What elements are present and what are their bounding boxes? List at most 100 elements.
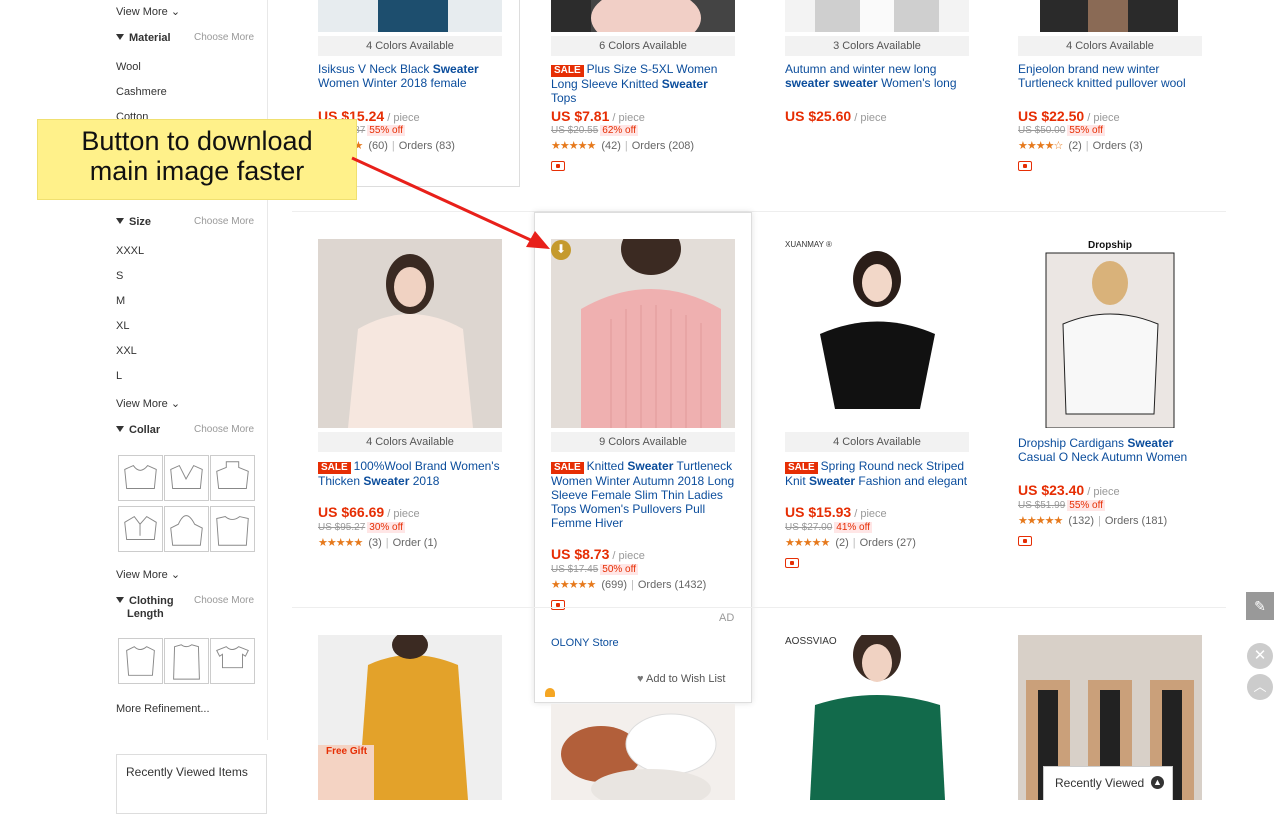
collar-choose-more[interactable]: Choose More [194,424,254,435]
collar-swatch-polo[interactable] [118,506,163,552]
filter-option-s[interactable]: S [116,270,123,282]
product-title[interactable]: Dropship Cardigans Sweater Casual O Neck… [1018,436,1202,464]
size-view-more-link[interactable]: View More ⌄ [116,397,180,410]
filter-option-m[interactable]: M [116,295,125,307]
free-gift-label: Free Gift [326,746,368,757]
product-image[interactable] [785,635,969,800]
collar-swatch-turtleneck[interactable] [210,455,255,501]
product-image[interactable] [1018,239,1202,428]
product-image[interactable] [551,704,735,800]
sale-badge: SALE [551,65,584,77]
close-icon: ✕ [1253,647,1267,664]
clothing-length-choose-more[interactable]: Choose More [194,595,254,606]
product-image[interactable] [785,239,969,428]
rating-orders: ★★★★★ (699) | Orders (1432) [551,579,707,591]
product-title[interactable]: Isiksus V Neck Black Sweater Women Winte… [318,62,502,90]
product-card[interactable]: XUANMAY ® 4 Colors Available SALE Spring … [785,239,969,568]
colors-available: 4 Colors Available [785,432,969,452]
gift-icon [1018,161,1032,171]
size-choose-more[interactable]: Choose More [194,216,254,227]
product-price: US $7.81 / piece [551,108,645,124]
colors-available: 4 Colors Available [318,432,502,452]
product-card[interactable]: Free Gift [318,635,502,800]
collar-view-more-link[interactable]: View More ⌄ [116,568,180,581]
product-title[interactable]: SALE Plus Size S-5XL Women Long Sleeve Kn… [551,62,735,105]
rating-orders: ★★★★★ (2) | Orders (27) [785,537,916,549]
size-heading[interactable]: Size [116,216,151,228]
length-swatch-regular[interactable] [118,638,163,684]
collar-swatch-hooded[interactable] [164,506,209,552]
product-title[interactable]: Autumn and winter new long sweater sweat… [785,62,969,90]
original-price: US $20.55 62% off [551,125,638,136]
product-image[interactable] [318,635,502,800]
callout-line-1: Button to download [81,126,313,156]
view-more-link[interactable]: View More ⌄ [116,5,180,18]
collar-swatch-v-neck[interactable] [164,455,209,501]
material-choose-more[interactable]: Choose More [194,32,254,43]
rating-orders: ★★★★★ (3) | Order (1) [318,537,438,549]
recently-viewed-bar[interactable]: Recently Viewed ▲ [1043,766,1173,800]
filter-option-xxl[interactable]: XXL [116,345,137,357]
original-price: US $17.45 50% off [551,564,638,575]
gift-icon [551,600,565,610]
heart-icon: ♥ [637,673,644,685]
product-image[interactable] [318,239,502,428]
store-badge-icon [545,688,555,697]
product-image[interactable] [318,0,502,32]
store-link[interactable]: OLONY Store [551,637,619,649]
colors-available: 6 Colors Available [551,36,735,56]
chevron-down-icon: ⌄ [170,6,181,18]
product-image[interactable] [785,0,969,32]
back-to-top-button[interactable]: ︿ [1247,674,1273,700]
recently-viewed-items-title: Recently Viewed Items [126,765,248,779]
product-image[interactable] [551,239,735,428]
product-card[interactable]: 4 Colors Available SALE 100%Wool Brand Wo… [318,239,502,559]
sale-badge: SALE [551,462,584,474]
recently-viewed-items-box: Recently Viewed Items [116,754,267,814]
brand-label: XUANMAY ® [785,240,832,249]
product-card-hovered[interactable]: ⬇ 9 Colors Available SALE Knitted Sweater… [545,239,735,699]
chevron-up-icon: ▲ [1151,776,1164,789]
product-card[interactable] [551,704,735,800]
feedback-button[interactable]: ✎ [1246,592,1274,620]
collar-heading[interactable]: Collar [116,424,160,436]
rating-orders: ★★★★★ (132) | Orders (181) [1018,515,1168,527]
star-rating-icon: ★★★★★ [318,537,363,549]
filter-option-xl[interactable]: XL [116,320,129,332]
filter-option-cashmere[interactable]: Cashmere [116,86,167,98]
colors-available: 9 Colors Available [551,432,735,452]
filter-option-l[interactable]: L [116,370,122,382]
product-image[interactable] [1018,0,1202,32]
more-refinement-link[interactable]: More Refinement... [116,703,210,715]
material-heading[interactable]: Material [116,32,171,44]
colors-available: 4 Colors Available [1018,36,1202,56]
product-price: US $15.93 / piece [785,504,887,520]
collar-swatch-square[interactable] [210,506,255,552]
close-button[interactable]: ✕ [1247,643,1273,669]
product-card[interactable]: AOSSVIAO [785,635,969,800]
gift-icon [1018,536,1032,546]
filter-option-wool[interactable]: Wool [116,61,141,73]
rating-orders: ★★★★☆ (2) | Orders (3) [1018,140,1143,152]
add-to-wish-list-button[interactable]: ♥ Add to Wish List [637,673,725,685]
length-swatch-short[interactable] [210,638,255,684]
filter-option-xxxl[interactable]: XXXL [116,245,144,257]
collapse-triangle-icon [116,218,124,224]
product-title[interactable]: SALE Spring Round neck Striped Knit Sweat… [785,459,969,488]
annotation-callout: Button to download main image faster [37,119,357,200]
clothing-length-heading[interactable]: Clothing Length [116,595,174,621]
length-swatch-long[interactable] [164,638,209,684]
product-image[interactable] [551,0,735,32]
product-card[interactable]: 3 Colors Available Autumn and winter new… [785,0,969,185]
star-rating-icon: ★★★★★ [551,579,596,591]
product-title[interactable]: Enjeolon brand new winter Turtleneck kni… [1018,62,1202,90]
product-title[interactable]: SALE Knitted Sweater Turtleneck Women Win… [551,459,735,530]
product-card[interactable]: 4 Colors Available Enjeolon brand new wi… [1018,0,1202,185]
product-card[interactable]: 6 Colors Available SALE Plus Size S-5XL W… [551,0,735,185]
collar-swatch-round[interactable] [118,455,163,501]
product-title[interactable]: SALE 100%Wool Brand Women's Thicken Sweat… [318,459,502,488]
product-card[interactable]: Dropship Dropship Cardigans Sweater Casu… [1018,239,1202,559]
original-price: US $50.00 55% off [1018,125,1105,136]
original-price: US $51.99 55% off [1018,500,1105,511]
ad-label: AD [719,612,735,624]
